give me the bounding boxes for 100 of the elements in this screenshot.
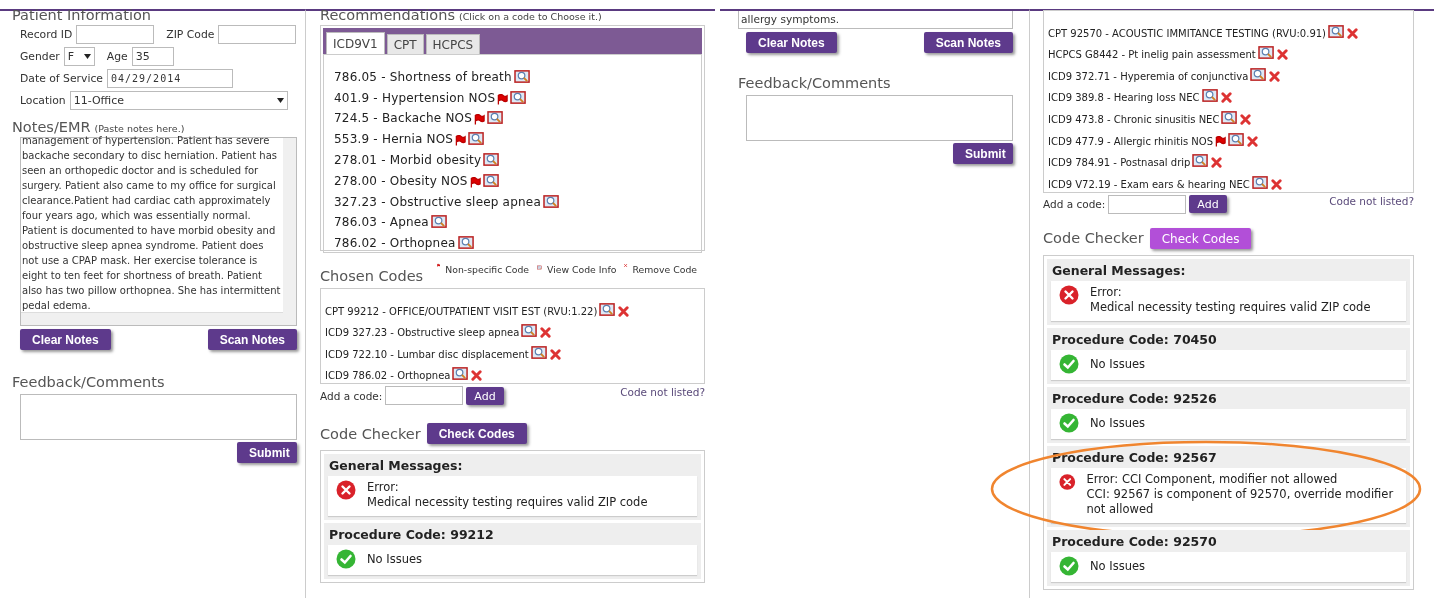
message-text: Error: Medical necessity testing requires valid ZIP code (1090, 284, 1371, 315)
code-link[interactable]: 401.9 - Hypertension NOS (334, 90, 496, 105)
add-button[interactable]: Add (1189, 195, 1227, 214)
check-codes-button[interactable]: Check Codes (1149, 227, 1252, 249)
submit-button[interactable]: Submit (953, 143, 1013, 164)
code-link[interactable]: 786.02 - Orthopnea (334, 236, 456, 251)
delete-icon[interactable] (1347, 27, 1358, 39)
delete-icon[interactable] (549, 348, 561, 360)
delete-icon[interactable] (1247, 135, 1258, 147)
add-button[interactable]: Add (466, 386, 504, 405)
book-magnifier-icon[interactable] (599, 301, 617, 317)
book-magnifier-icon[interactable] (510, 89, 528, 105)
code-link[interactable]: 278.00 - Obesity NOS (334, 173, 468, 188)
code-text: ICD9 473.8 - Chronic sinusitis NEC (1048, 113, 1220, 125)
legend-label: Non-specific Code (445, 263, 530, 275)
delete-icon[interactable] (1276, 49, 1288, 61)
book-magnifier-icon[interactable] (452, 366, 470, 382)
delete-icon[interactable] (1269, 70, 1281, 82)
code-link[interactable]: 786.05 - Shortness of breath (334, 69, 512, 84)
code-link[interactable]: 553.9 - Hernia NOS (334, 132, 454, 147)
section-title: Feedback/Comments (738, 75, 892, 91)
code-link[interactable]: 786.03 - Apnea (334, 215, 429, 230)
code-type-tab[interactable]: ICD9V1 (326, 32, 385, 54)
group-heading: General Messages: (1052, 262, 1187, 278)
code-link[interactable]: 278.01 - Morbid obesity (334, 153, 482, 167)
book-magnifier-icon[interactable] (530, 344, 548, 360)
book-magnifier-icon[interactable] (483, 152, 501, 167)
code-link[interactable]: 724.5 - Backache NOS (334, 111, 473, 126)
book-magnifier-icon[interactable] (513, 68, 531, 84)
delete-icon[interactable] (471, 370, 483, 382)
group-heading: Procedure Code: 92570 (1052, 533, 1218, 549)
book-magnifier-icon[interactable] (1221, 109, 1239, 125)
code-not-listed-link[interactable]: Code not listed? (1329, 194, 1414, 207)
code-text: ICD9 V72.19 - Exam ears & hearing NEC (1048, 178, 1250, 190)
legend-label: Remove Code (632, 263, 697, 275)
code-type-tab[interactable]: HCPCS (425, 34, 481, 54)
field-label: Location (20, 93, 66, 107)
select-field[interactable]: 11-Office (69, 90, 288, 110)
caret-icon (83, 53, 91, 59)
notes-text: management of hypertension. Patient has severe backache secondary to disc herniation. Patient has seen an orthopedic doctor and is scheduled for surgery. Patient also came to my office for surgical clearance.Patient had cardiac cath approximately four years ago, which was essentially normal. Patient is documented to have morbid obesity and obstructive sleep apnea syndrome. Patient does not use a CPAP mask. Her exercise tolerance is eight to ten feet for shortness of breath. Patient also has two pillow orthopnea. She has intermittent pedal edema. (21, 134, 282, 312)
message-text: No Issues (367, 551, 423, 569)
code-link[interactable]: 327.23 - Obstructive sleep apnea (334, 194, 541, 209)
book-magnifier-icon[interactable] (457, 235, 475, 251)
book-magnifier-icon[interactable] (1228, 131, 1245, 147)
code-type-tab[interactable]: CPT (386, 34, 424, 54)
book-magnifier-icon[interactable] (1192, 153, 1210, 169)
section-hint: (Paste notes here.) (94, 123, 185, 134)
submit-button[interactable]: Submit (237, 442, 297, 463)
feedback-field[interactable] (746, 95, 1013, 141)
check-icon (1059, 353, 1079, 374)
book-magnifier-icon[interactable] (1251, 174, 1269, 190)
code-text: ICD9 477.9 - Allergic rhinitis NOS (1048, 135, 1213, 147)
select-field[interactable]: F (63, 46, 95, 66)
book-magnifier-icon[interactable] (1201, 88, 1219, 104)
delete-icon[interactable] (540, 327, 552, 339)
delete-icon[interactable] (618, 305, 630, 317)
book-magnifier-icon[interactable] (521, 323, 539, 339)
book-magnifier-icon[interactable] (542, 193, 560, 209)
add-code-label: Add a code: (320, 389, 383, 402)
book-magnifier-icon[interactable] (1250, 66, 1268, 82)
select-value: 11-Office (73, 93, 125, 107)
notes-button[interactable]: Clear Notes (20, 329, 111, 350)
group-heading: Procedure Code: 99212 (329, 527, 495, 543)
delete-icon[interactable] (1270, 178, 1282, 190)
section-title: Patient Information (12, 7, 153, 23)
field-label: Record ID (20, 27, 73, 41)
code-text: ICD9 327.23 - Obstructive sleep apnea (325, 327, 520, 339)
notes-button[interactable]: Scan Notes (923, 32, 1013, 53)
text-field[interactable] (218, 24, 297, 44)
delete-icon[interactable] (1220, 92, 1232, 104)
book-magnifier-icon[interactable] (1328, 23, 1345, 39)
group-heading: Procedure Code: 92526 (1052, 390, 1218, 406)
book-magnifier-icon[interactable] (468, 131, 486, 147)
code-text: ICD9 784.91 - Postnasal drip (1048, 157, 1191, 169)
text-field[interactable] (76, 24, 155, 44)
field-label: Gender (20, 49, 60, 63)
book-magnifier-icon[interactable] (430, 214, 448, 230)
text-field[interactable]: 35 (131, 46, 174, 66)
feedback-field[interactable] (20, 394, 297, 440)
group-heading: General Messages: (329, 458, 464, 474)
date-field[interactable]: 04/29/2014 (107, 68, 233, 88)
error-icon (1059, 284, 1079, 305)
book-magnifier-icon[interactable] (482, 172, 500, 188)
message-text: No Issues (1090, 414, 1146, 432)
add-code-field[interactable] (1108, 194, 1187, 214)
check-codes-button[interactable]: Check Codes (426, 423, 527, 445)
delete-icon[interactable] (1211, 157, 1223, 169)
notes-button[interactable]: Clear Notes (746, 32, 837, 53)
section-title: Chosen Codes (320, 268, 424, 284)
code-text: CPT 92570 - ACOUSTIC IMMITANCE TESTING (RVU:0.91) (1048, 27, 1326, 39)
notes-button[interactable]: Scan Notes (207, 329, 297, 350)
caret-icon (276, 97, 284, 103)
delete-icon[interactable] (1240, 113, 1252, 125)
check-icon (1059, 555, 1079, 576)
code-not-listed-link[interactable]: Code not listed? (620, 386, 705, 399)
notes-field[interactable]: allergy symptoms. (738, 11, 1013, 29)
book-magnifier-icon[interactable] (1257, 45, 1275, 61)
book-magnifier-icon[interactable] (487, 110, 505, 126)
add-code-field[interactable] (385, 386, 464, 406)
select-value: F (67, 49, 75, 63)
